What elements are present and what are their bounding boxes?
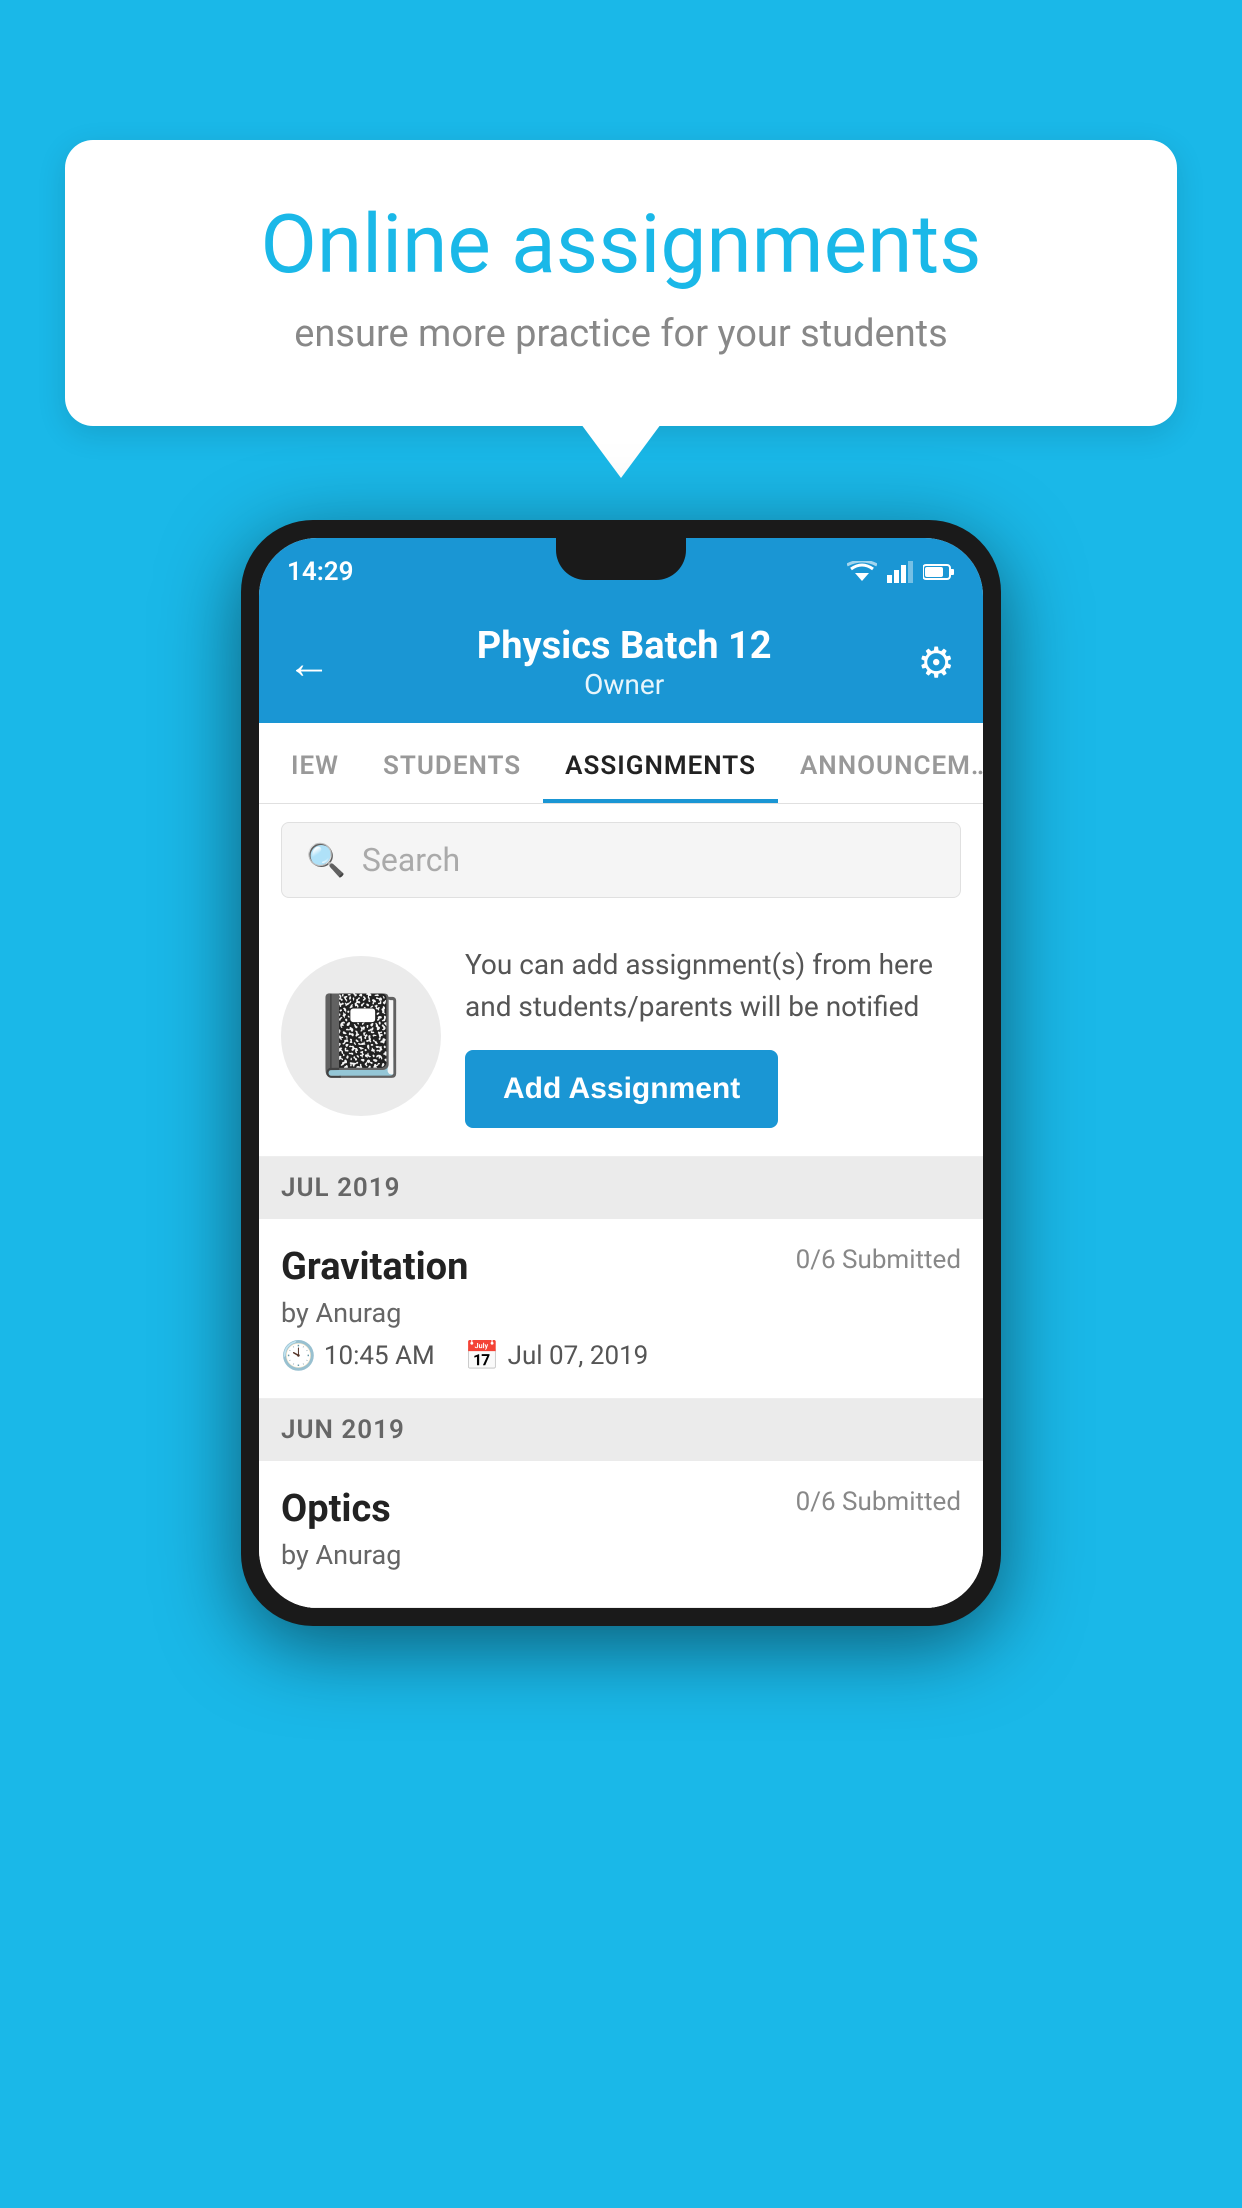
promo-description: You can add assignment(s) from here and … (465, 944, 961, 1028)
promo-icon-circle: 📓 (281, 956, 441, 1116)
search-container: 🔍 Search (259, 804, 983, 916)
search-icon: 🔍 (306, 841, 346, 879)
status-icons (847, 561, 955, 583)
assignment-name-optics: Optics (281, 1487, 391, 1531)
assignment-name-gravitation: Gravitation (281, 1245, 468, 1289)
assignment-item-gravitation[interactable]: Gravitation 0/6 Submitted by Anurag 🕙 10… (259, 1219, 983, 1399)
promo-section: 📓 You can add assignment(s) from here an… (259, 916, 983, 1157)
wifi-icon (847, 561, 877, 583)
assignment-row1: Gravitation 0/6 Submitted (281, 1245, 961, 1289)
tab-iew[interactable]: IEW (269, 723, 361, 803)
assignment-date-gravitation: 📅 Jul 07, 2019 (465, 1339, 649, 1372)
phone-screen: 14:29 (259, 538, 983, 1608)
section-month-jul: JUL 2019 (281, 1173, 401, 1203)
assignment-by-optics: by Anurag (281, 1539, 961, 1571)
add-assignment-button[interactable]: Add Assignment (465, 1050, 778, 1128)
settings-icon[interactable]: ⚙ (917, 638, 955, 688)
header-center: Physics Batch 12 Owner (331, 624, 917, 701)
assignment-time-gravitation: 🕙 10:45 AM (281, 1339, 435, 1372)
assignment-by-gravitation: by Anurag (281, 1297, 961, 1329)
batch-subtitle: Owner (331, 668, 917, 701)
notch (556, 538, 686, 580)
assignment-submitted-optics: 0/6 Submitted (796, 1487, 961, 1517)
signal-icon (887, 561, 913, 583)
assignment-meta-gravitation: 🕙 10:45 AM 📅 Jul 07, 2019 (281, 1339, 961, 1372)
speech-bubble: Online assignments ensure more practice … (65, 140, 1177, 426)
speech-bubble-container: Online assignments ensure more practice … (65, 140, 1177, 426)
tab-announcements[interactable]: ANNOUNCEM… (778, 723, 983, 803)
search-box[interactable]: 🔍 Search (281, 822, 961, 898)
assignment-submitted-gravitation: 0/6 Submitted (796, 1245, 961, 1275)
phone-wrapper: 14:29 (241, 520, 1001, 1626)
notebook-icon: 📓 (311, 989, 411, 1083)
section-header-jun: JUN 2019 (259, 1399, 983, 1461)
search-placeholder: Search (362, 841, 460, 879)
tab-assignments[interactable]: ASSIGNMENTS (543, 723, 778, 803)
status-time: 14:29 (287, 557, 354, 587)
phone-frame: 14:29 (241, 520, 1001, 1626)
assignment-item-optics[interactable]: Optics 0/6 Submitted by Anurag (259, 1461, 983, 1608)
batch-title: Physics Batch 12 (331, 624, 917, 668)
date-value: Jul 07, 2019 (508, 1341, 649, 1371)
time-value: 10:45 AM (324, 1341, 435, 1371)
tab-students[interactable]: STUDENTS (361, 723, 543, 803)
assignment-row1-optics: Optics 0/6 Submitted (281, 1487, 961, 1531)
tabs-bar: IEW STUDENTS ASSIGNMENTS ANNOUNCEM… (259, 723, 983, 804)
status-bar: 14:29 (259, 538, 983, 606)
speech-bubble-subtitle: ensure more practice for your students (135, 312, 1107, 356)
app-header: ← Physics Batch 12 Owner ⚙ (259, 606, 983, 723)
battery-icon (923, 563, 955, 581)
calendar-icon: 📅 (465, 1339, 500, 1372)
promo-right: You can add assignment(s) from here and … (465, 944, 961, 1128)
clock-icon: 🕙 (281, 1339, 316, 1372)
section-header-jul: JUL 2019 (259, 1157, 983, 1219)
section-month-jun: JUN 2019 (281, 1415, 405, 1445)
back-button[interactable]: ← (287, 637, 331, 689)
speech-bubble-title: Online assignments (135, 200, 1107, 290)
